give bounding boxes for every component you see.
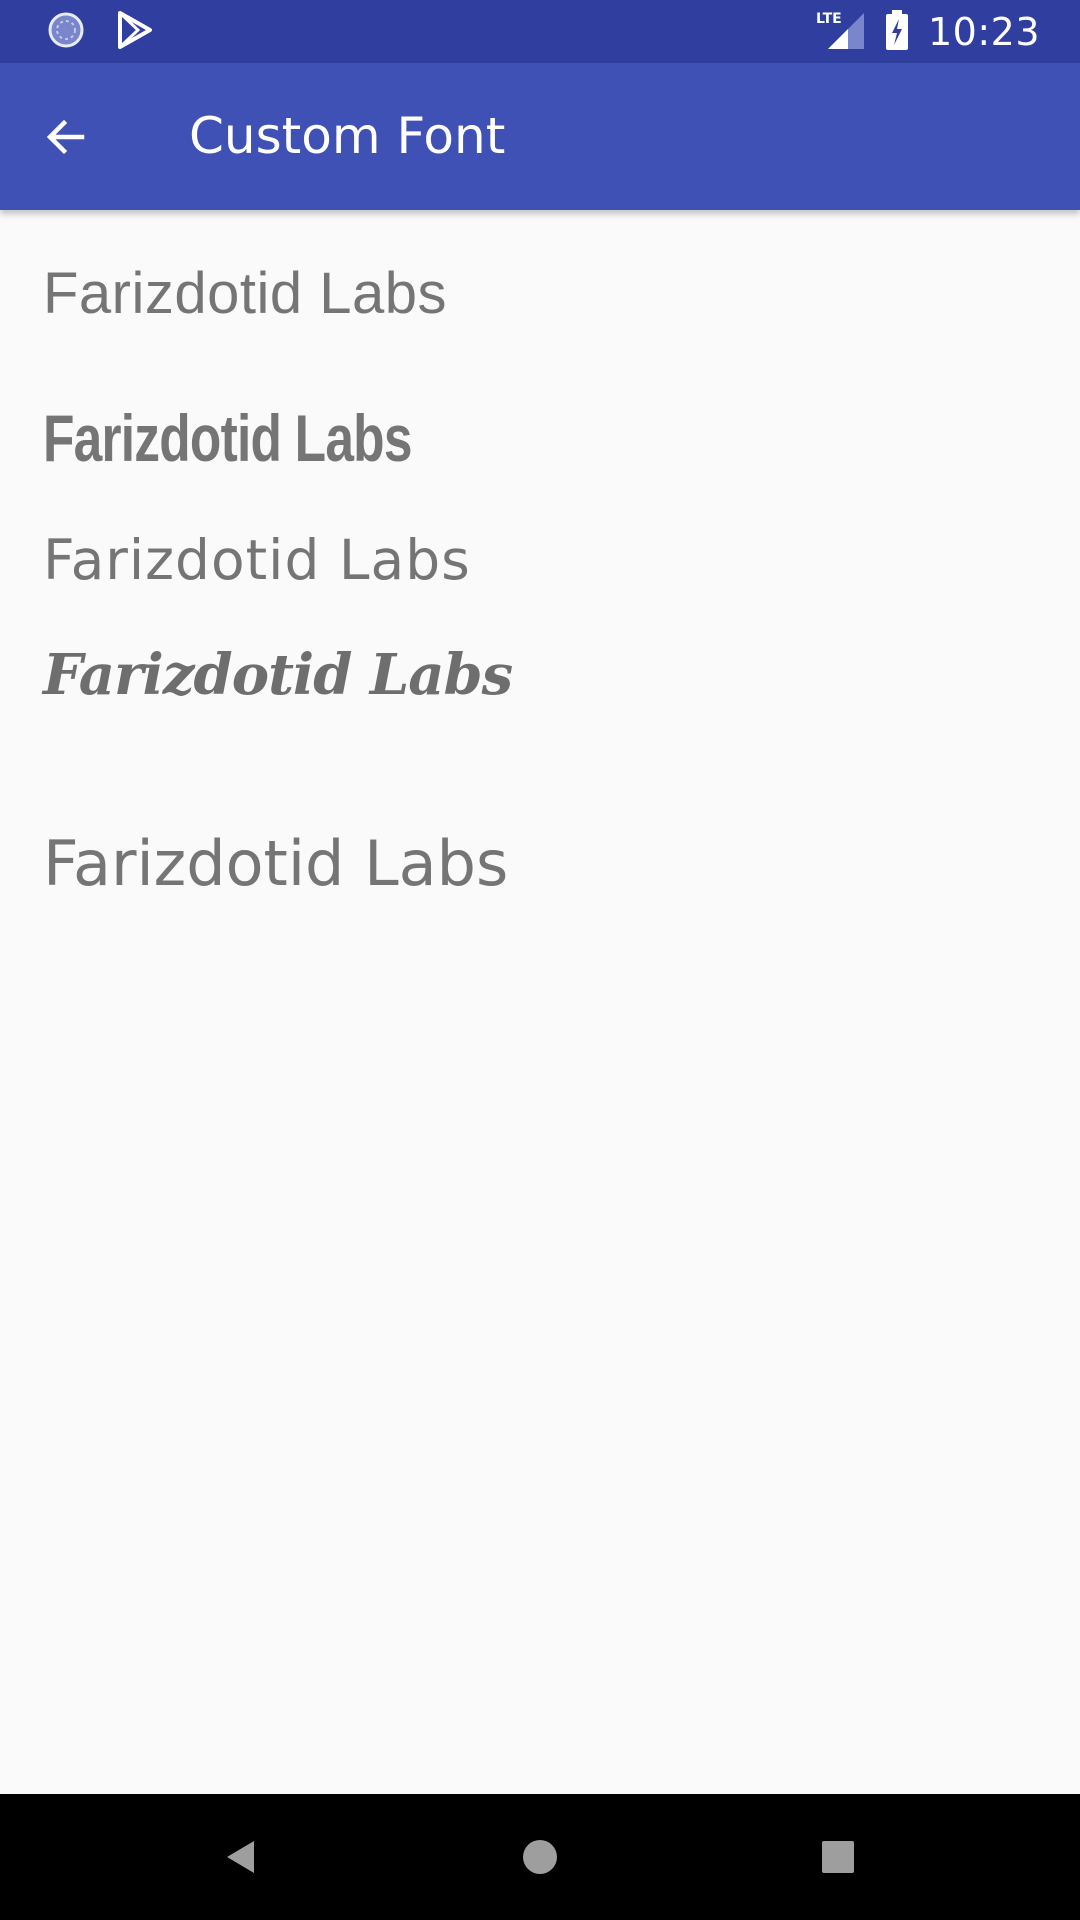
nav-back-button[interactable] — [211, 1827, 271, 1887]
font-sample-5: Farizdotid Labs — [43, 827, 509, 900]
font-sample-4: Farizdotid Labs — [43, 642, 513, 708]
arrow-back-icon — [46, 119, 85, 155]
font-sample-1: Farizdotid Labs — [43, 261, 448, 326]
status-bar: LTE 10:23 — [0, 0, 1080, 63]
font-samples-list: Farizdotid Labs Farizdotid Labs Farizdot… — [0, 210, 1080, 1794]
system-icons: LTE 10:23 — [814, 0, 1040, 63]
navigation-bar — [0, 1794, 1080, 1920]
notification-icons — [46, 10, 154, 53]
toolbar: Custom Font — [0, 63, 1080, 210]
nav-recents-button[interactable] — [808, 1827, 868, 1887]
back-button[interactable] — [30, 101, 102, 173]
screen: LTE 10:23 Custom Font Farizdotid Labs Fa… — [0, 0, 1080, 1920]
battery-charging-icon — [884, 9, 910, 55]
font-sample-2: Farizdotid Labs — [43, 401, 412, 475]
recents-square-icon — [822, 1841, 854, 1873]
network-label: LTE — [816, 11, 842, 27]
loading-icon — [46, 10, 86, 54]
play-store-icon — [116, 10, 154, 54]
status-time: 10:23 — [927, 9, 1040, 54]
back-triangle-icon — [227, 1841, 254, 1873]
home-circle-icon — [523, 1840, 557, 1874]
nav-home-button[interactable] — [510, 1827, 570, 1887]
page-title: Custom Font — [189, 107, 506, 165]
signal-icon: LTE — [814, 9, 866, 55]
font-sample-3: Farizdotid Labs — [43, 528, 471, 592]
